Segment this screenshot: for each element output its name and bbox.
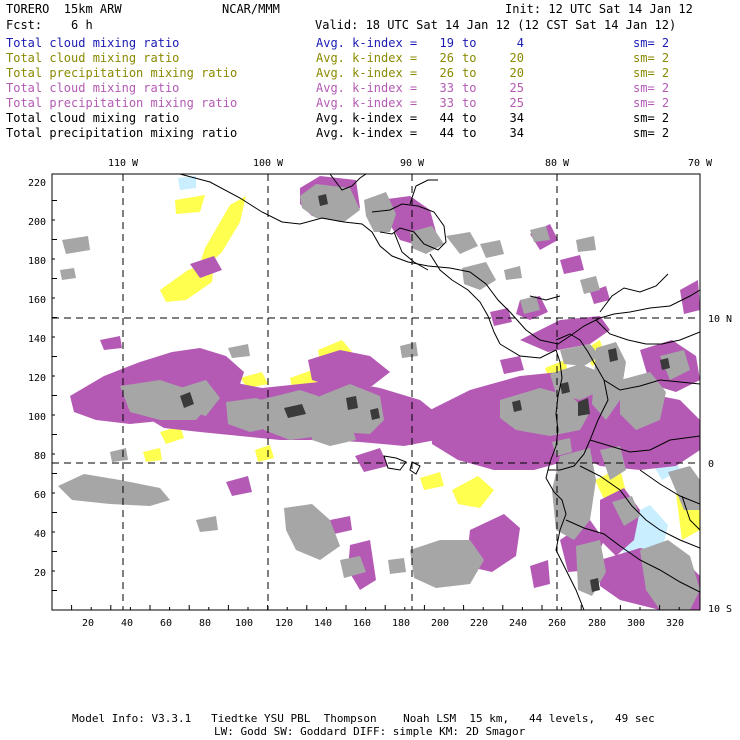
x-tick-label: 240 — [509, 618, 527, 629]
x-tick-label: 220 — [470, 618, 488, 629]
y-tick-label: 140 — [28, 334, 46, 345]
field-layer — [58, 176, 700, 610]
x-tick-label: 300 — [627, 618, 645, 629]
forecast-map: 110 W 100 W 90 W 80 W 70 W 10 N 0 10 S 2… — [28, 158, 732, 629]
x-tick-label: 80 — [199, 618, 211, 629]
footer-physics-info: LW: Godd SW: Goddard DIFF: simple KM: 2D… — [214, 725, 526, 738]
y-tick-label: 220 — [28, 178, 46, 189]
x-tick-label: 200 — [431, 618, 449, 629]
x-tick-label: 160 — [353, 618, 371, 629]
y-tick-label: 160 — [28, 295, 46, 306]
lon-label: 90 W — [400, 158, 425, 169]
x-tick-label: 40 — [121, 618, 133, 629]
x-tick-label: 100 — [235, 618, 253, 629]
y-tick-label: 40 — [34, 529, 46, 540]
lat-label: 0 — [708, 459, 714, 470]
y-tick-label: 180 — [28, 256, 46, 267]
lat-label: 10 S — [708, 604, 732, 615]
x-tick-label: 20 — [82, 618, 94, 629]
x-tick-label: 260 — [548, 618, 566, 629]
x-tick-label: 320 — [666, 618, 684, 629]
lon-label: 70 W — [688, 158, 713, 169]
y-tick-label: 200 — [28, 217, 46, 228]
x-tick-label: 140 — [314, 618, 332, 629]
x-tick-label: 120 — [275, 618, 293, 629]
y-tick-label: 60 — [34, 490, 46, 501]
y-tick-label: 20 — [34, 568, 46, 579]
lon-label: 110 W — [108, 158, 139, 169]
x-tick-label: 60 — [160, 618, 172, 629]
x-tick-label: 180 — [392, 618, 410, 629]
lon-label: 100 W — [253, 158, 284, 169]
y-tick-label: 100 — [28, 412, 46, 423]
x-tick-label: 280 — [588, 618, 606, 629]
lat-label: 10 N — [708, 314, 732, 325]
lon-label: 80 W — [545, 158, 570, 169]
y-tick-label: 120 — [28, 373, 46, 384]
gray-field — [58, 184, 700, 610]
footer-model-info: Model Info: V3.3.1 Tiedtke YSU PBL Thomp… — [72, 712, 655, 725]
y-tick-label: 80 — [34, 451, 46, 462]
